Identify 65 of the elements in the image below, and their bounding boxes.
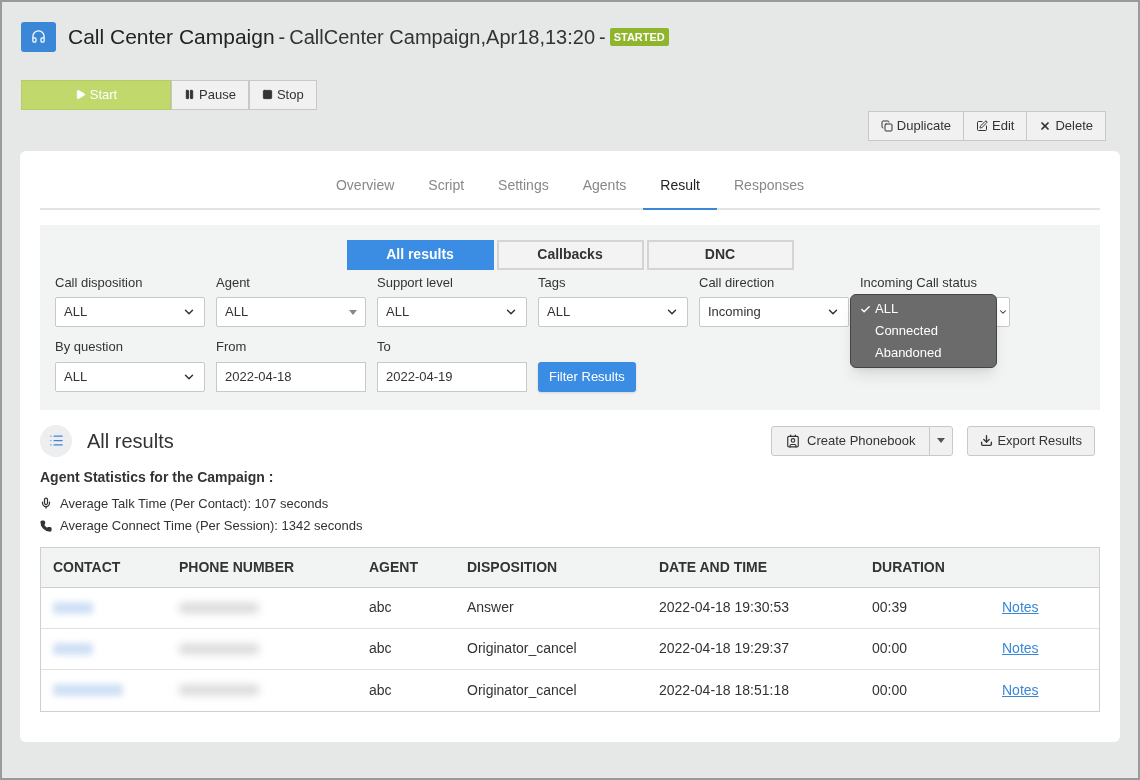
- menu-option[interactable]: Abandoned: [851, 342, 996, 364]
- stat-text: Average Talk Time (Per Contact): 107 seconds: [60, 494, 329, 513]
- view-switch-tab[interactable]: DNC: [646, 239, 794, 270]
- field-label: Tags: [538, 273, 567, 292]
- field-label: From: [216, 338, 248, 356]
- field-label: To: [377, 338, 392, 356]
- section-title: All results: [87, 428, 174, 454]
- separator: -: [278, 24, 286, 50]
- tab[interactable]: Responses: [717, 174, 822, 210]
- column-header: DATE AND TIME: [659, 557, 769, 577]
- table-cell-text: abc: [369, 598, 393, 617]
- notes-link[interactable]: Notes: [1002, 597, 1039, 618]
- field-label: Call direction: [699, 273, 776, 292]
- column-header: DISPOSITION: [467, 557, 559, 577]
- export-results-button[interactable]: Export Results: [967, 425, 1095, 456]
- pause-button[interactable]: Pause: [171, 79, 249, 110]
- stats-title: Agent Statistics for the Campaign :: [40, 467, 275, 487]
- select-field[interactable]: ALL: [55, 297, 205, 327]
- notes-link[interactable]: Notes: [1002, 679, 1039, 701]
- tab[interactable]: Result: [643, 174, 717, 210]
- table-cell-text: Originator_cancel: [467, 639, 578, 658]
- field-label: Incoming Call status: [860, 273, 979, 292]
- status-badge: STARTED: [609, 27, 669, 46]
- field-label: Support level: [377, 273, 454, 292]
- delete-button[interactable]: Delete: [1026, 110, 1106, 141]
- field-label: Call disposition: [55, 273, 144, 292]
- menu-option[interactable]: ALL: [851, 298, 996, 320]
- separator: -: [599, 24, 606, 50]
- table-cell-text: Originator_cancel: [467, 680, 578, 700]
- table-cell-text: 2022-04-18 19:30:53: [659, 598, 790, 617]
- select-field[interactable]: ALL: [216, 297, 366, 327]
- field-label: By question: [55, 338, 124, 356]
- table-cell-text: 00:39: [872, 598, 909, 617]
- stop-button[interactable]: Stop: [248, 79, 317, 110]
- field-label: Agent: [216, 273, 251, 292]
- create-phonebook-button[interactable]: Create Phonebook: [771, 425, 931, 456]
- campaign-name: CallCenter Campaign,Apr18,13:20: [289, 24, 595, 50]
- page-title: Call Center Campaign: [68, 24, 275, 50]
- column-header: PHONE NUMBER: [179, 557, 296, 577]
- edit-button[interactable]: Edit: [963, 110, 1028, 141]
- tab[interactable]: Overview: [318, 174, 412, 210]
- table-cell-text: Answer: [467, 598, 515, 617]
- table-cell-text: 2022-04-18 18:51:18: [659, 680, 790, 700]
- column-header: CONTACT: [53, 557, 122, 577]
- view-switch-tab[interactable]: Callbacks: [496, 239, 644, 270]
- tab[interactable]: Script: [411, 174, 482, 210]
- tab[interactable]: Agents: [565, 174, 644, 210]
- table-cell-text: 2022-04-18 19:29:37: [659, 639, 790, 658]
- duplicate-button[interactable]: Duplicate: [867, 110, 964, 141]
- date-field[interactable]: 2022-04-19: [377, 361, 527, 392]
- select-field[interactable]: ALL: [538, 297, 688, 327]
- stat-text: Average Connect Time (Per Session): 1342 seconds: [60, 517, 363, 535]
- select-field[interactable]: ALL: [377, 297, 527, 327]
- date-field[interactable]: 2022-04-18: [216, 361, 366, 392]
- select-field[interactable]: Incoming: [699, 297, 849, 327]
- column-header: AGENT: [369, 557, 419, 577]
- table-cell-text: 00:00: [872, 680, 909, 700]
- column-header: DURATION: [872, 557, 946, 577]
- tab[interactable]: Settings: [481, 174, 566, 210]
- table-cell-text: abc: [369, 680, 393, 700]
- select-field[interactable]: ALL: [55, 361, 205, 392]
- table-cell-text: 00:00: [872, 639, 909, 658]
- table-cell-text: abc: [369, 639, 393, 658]
- menu-option[interactable]: Connected: [851, 320, 996, 342]
- notes-link[interactable]: Notes: [1002, 638, 1039, 659]
